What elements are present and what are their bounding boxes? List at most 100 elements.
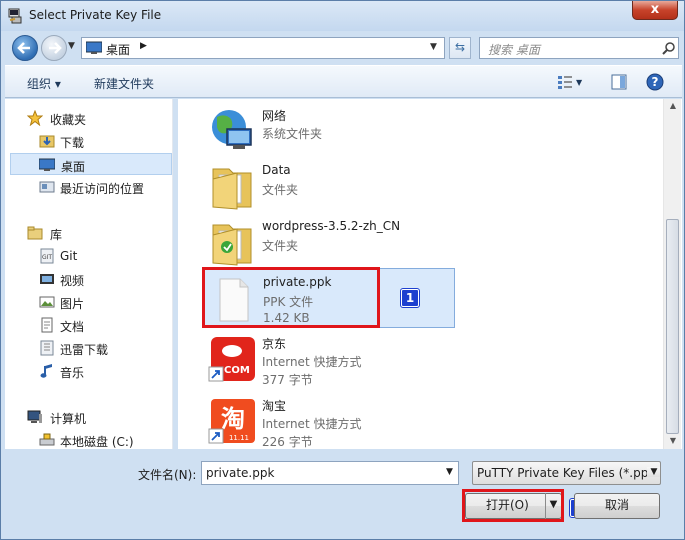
file-type: 系统文件夹 <box>262 127 323 141</box>
title-bar: Select Private Key File x <box>1 1 684 31</box>
file-list-scrollbar[interactable]: ▲ ▼ <box>663 99 681 449</box>
local-disk-icon <box>39 433 55 446</box>
recent-places-icon <box>39 181 55 193</box>
command-toolbar: 组织 ▾ 新建文件夹 ▼ ? <box>5 65 682 98</box>
filename-dropdown-icon[interactable]: ▼ <box>446 467 453 477</box>
sidebar-item-local-disk[interactable]: 本地磁盘 (C:) <box>5 429 172 449</box>
file-item-taobao[interactable]: 淘 11.11 淘宝 Internet 快捷方式 226 字节 <box>204 391 454 449</box>
documents-icon <box>41 317 53 333</box>
putty-icon <box>8 8 22 24</box>
file-size: 377 字节 <box>262 373 313 387</box>
sidebar-item-label: 库 <box>50 228 63 242</box>
navigation-bar: ▼ 桌面 ▶ ▼ ⇆ 搜索 桌面 <box>5 31 682 63</box>
search-input[interactable]: 搜索 桌面 <box>479 37 679 59</box>
annotation-badge-1: 1 <box>400 288 420 308</box>
chevron-right-icon[interactable]: ▶ <box>140 41 147 51</box>
filename-label: 文件名(N): <box>138 468 197 482</box>
file-name: 网络 <box>262 109 287 123</box>
sidebar-item-label: 迅雷下载 <box>60 343 109 357</box>
new-folder-button[interactable]: 新建文件夹 <box>94 75 154 92</box>
file-name: wordpress-3.5.2-zh_CN <box>262 219 401 233</box>
sidebar-item-xunlei[interactable]: 迅雷下载 <box>5 337 172 359</box>
folder-icon <box>212 224 252 266</box>
help-icon[interactable]: ? <box>646 73 664 91</box>
window-title: Select Private Key File <box>29 8 162 22</box>
sidebar-item-videos[interactable]: 视频 <box>5 268 172 290</box>
sidebar-item-pictures[interactable]: 图片 <box>5 291 172 313</box>
sidebar-item-documents[interactable]: 文档 <box>5 314 172 336</box>
close-icon: x <box>650 2 660 17</box>
sidebar-item-label: 计算机 <box>50 412 87 426</box>
sidebar-item-desktop[interactable]: 桌面 <box>10 153 172 175</box>
sidebar-item-music[interactable]: 音乐 <box>5 360 172 382</box>
back-button[interactable] <box>12 35 38 61</box>
organize-menu[interactable]: 组织 ▾ <box>27 75 61 92</box>
filetype-select[interactable]: PuTTY Private Key Files (*.pp ▼ <box>472 461 661 485</box>
view-options-icon[interactable] <box>556 73 574 91</box>
sidebar-item-label: 桌面 <box>61 160 86 174</box>
sidebar-item-label: 最近访问的位置 <box>60 182 145 196</box>
cancel-button-label: 取消 <box>604 498 629 512</box>
arrow-left-icon <box>17 42 30 54</box>
search-icon <box>662 42 675 55</box>
file-item-wordpress[interactable]: wordpress-3.5.2-zh_CN 文件夹 <box>204 213 454 273</box>
cancel-button[interactable]: 取消 <box>574 493 660 519</box>
svg-text:?: ? <box>652 75 659 89</box>
sidebar-item-label: Git <box>60 249 78 263</box>
refresh-button[interactable]: ⇆ <box>449 37 471 59</box>
computer-icon <box>27 410 42 423</box>
annotation-highlight-file <box>202 267 380 328</box>
file-name: Data <box>262 163 291 177</box>
sidebar-item-label: 收藏夹 <box>50 113 87 127</box>
sidebar-item-label: 音乐 <box>60 366 85 380</box>
address-text: 桌面 <box>106 43 131 57</box>
forward-button[interactable] <box>41 35 67 61</box>
file-size: 226 字节 <box>262 435 313 449</box>
search-placeholder: 搜索 桌面 <box>488 43 540 57</box>
taobao-icon: 淘 11.11 <box>208 399 255 444</box>
sidebar-item-git[interactable]: GIT Git <box>5 245 172 267</box>
arrow-right-icon <box>49 42 62 54</box>
close-button[interactable]: x <box>632 1 678 20</box>
folder-icon <box>212 168 252 210</box>
scroll-down-icon[interactable]: ▼ <box>664 436 682 445</box>
jd-icon: .COM <box>208 337 255 382</box>
annotation-highlight-open <box>462 489 564 522</box>
file-item-jd[interactable]: .COM 京东 Internet 快捷方式 377 字节 <box>204 329 454 389</box>
network-icon <box>212 110 252 149</box>
git-library-icon: GIT <box>40 248 54 264</box>
sidebar-item-downloads[interactable]: 下载 <box>5 130 172 152</box>
sidebar-item-libraries[interactable]: 库 <box>5 222 172 244</box>
file-name: 淘宝 <box>262 399 287 413</box>
taobao-icon-text: 淘 <box>221 405 245 433</box>
downloads-folder-icon <box>39 135 55 148</box>
file-item-data[interactable]: Data 文件夹 <box>204 157 454 217</box>
scroll-up-icon[interactable]: ▲ <box>664 101 682 110</box>
library-icon <box>27 226 43 240</box>
sidebar-item-label: 下载 <box>60 136 85 150</box>
filetype-dropdown-icon[interactable]: ▼ <box>647 467 660 477</box>
address-bar[interactable]: 桌面 ▶ ▼ <box>81 37 445 59</box>
preview-pane-icon[interactable] <box>610 73 628 91</box>
navigation-pane: 收藏夹 下载 桌面 最近访问的位置 库 GIT Git 视频 图片 文档 迅雷下… <box>5 99 173 449</box>
refresh-icon: ⇆ <box>454 40 466 54</box>
file-list-scroll-thumb[interactable] <box>666 219 679 434</box>
file-type: 文件夹 <box>262 239 299 253</box>
filetype-value: PuTTY Private Key Files (*.pp <box>477 466 649 480</box>
history-dropdown-icon[interactable]: ▼ <box>68 41 78 53</box>
desktop-icon <box>39 158 55 171</box>
file-name: 京东 <box>262 337 287 351</box>
music-icon <box>40 364 52 378</box>
dialog-window: Select Private Key File x ▼ 桌面 ▶ ▼ ⇆ 搜索 … <box>0 0 685 540</box>
filename-input[interactable]: private.ppk ▼ <box>201 461 459 485</box>
sidebar-item-label: 图片 <box>60 297 85 311</box>
sidebar-item-recent[interactable]: 最近访问的位置 <box>5 176 172 198</box>
filename-value: private.ppk <box>206 466 275 480</box>
address-dropdown-icon[interactable]: ▼ <box>430 42 437 52</box>
file-item-network[interactable]: 网络 系统文件夹 <box>204 101 454 161</box>
view-dropdown-icon[interactable]: ▼ <box>576 78 582 87</box>
sidebar-item-favorites[interactable]: 收藏夹 <box>5 107 172 129</box>
file-type: Internet 快捷方式 <box>262 417 362 431</box>
sidebar-item-computer[interactable]: 计算机 <box>5 406 172 428</box>
sidebar-item-label: 文档 <box>60 320 85 334</box>
